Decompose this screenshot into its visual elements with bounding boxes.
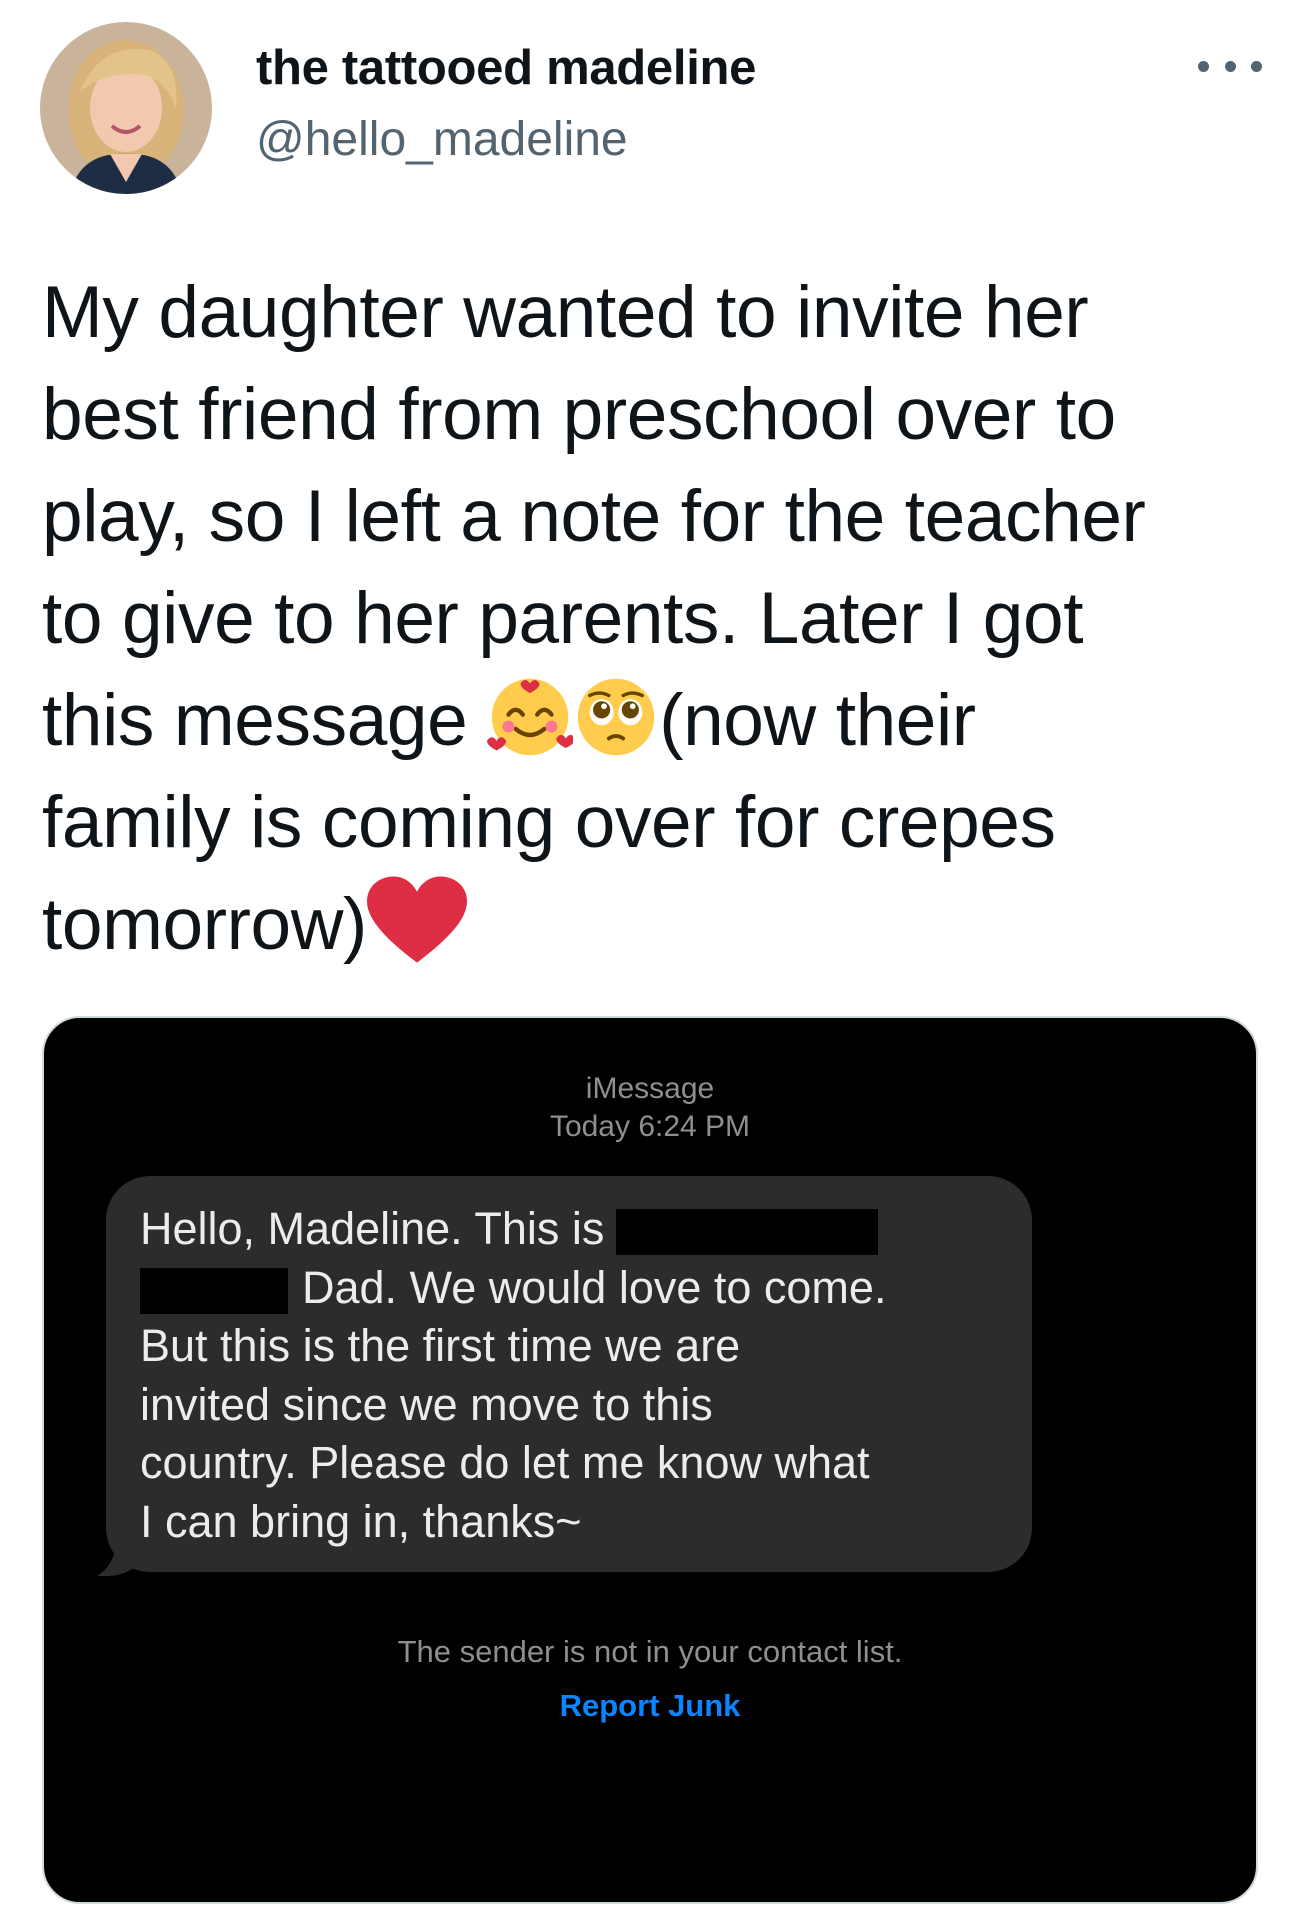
- avatar[interactable]: [40, 22, 212, 194]
- tweet-line: tomorrow): [42, 874, 1272, 976]
- tweet-line: to give to her parents. Later I got: [42, 578, 1084, 659]
- tweet: the tattooed madeline @hello_madeline My…: [0, 0, 1300, 1929]
- more-options-button[interactable]: [1198, 48, 1262, 84]
- imessage-label: iMessage: [585, 1072, 715, 1105]
- tweet-line-text: this message: [42, 680, 468, 761]
- user-handle[interactable]: @hello_madeline: [256, 112, 628, 167]
- report-junk-link[interactable]: Report Junk: [44, 1688, 1256, 1724]
- tweet-line: family is coming over for crepes: [42, 782, 1056, 863]
- unknown-sender-notice: The sender is not in your contact list.: [397, 1634, 903, 1669]
- tweet-line-text: (now their: [659, 680, 976, 761]
- tweet-line-text: tomorrow): [42, 884, 367, 965]
- redaction-bar: [140, 1267, 288, 1314]
- message-timestamp: Today 6:24 PM: [549, 1110, 751, 1143]
- red-heart-icon: [366, 876, 467, 966]
- display-name[interactable]: the tattooed madeline: [256, 40, 756, 96]
- message-screenshot[interactable]: iMessage Today 6:24 PM Hello, Madeline. …: [42, 1016, 1258, 1904]
- smiling-face-with-hearts-icon: [487, 674, 574, 760]
- message-line: I can bring in, thanks~: [140, 1495, 582, 1547]
- message-line: invited since we move to this: [140, 1378, 713, 1430]
- message-text: Hello, Madeline. This is Dad. We would l…: [140, 1200, 1020, 1551]
- message-line: But this is the first time we are: [140, 1320, 741, 1371]
- message-line: Hello, Madeline. This is: [140, 1200, 1020, 1259]
- tweet-line: best friend from preschool over to: [42, 374, 1116, 455]
- avatar-photo: [40, 22, 212, 194]
- message-line: Dad. We would love to come.: [140, 1259, 1020, 1318]
- tweet-text: My daughter wanted to invite her best fr…: [42, 262, 1272, 976]
- pleading-face-icon: [573, 674, 659, 760]
- redaction-bar: [616, 1209, 879, 1256]
- message-line: country. Please do let me know what: [140, 1437, 870, 1488]
- tweet-line: My daughter wanted to invite her: [42, 272, 1089, 353]
- more-horizontal-icon: [1198, 60, 1209, 72]
- tweet-line: play, so I left a note for the teacher: [42, 476, 1146, 557]
- tweet-line: this message (now their: [42, 670, 1272, 772]
